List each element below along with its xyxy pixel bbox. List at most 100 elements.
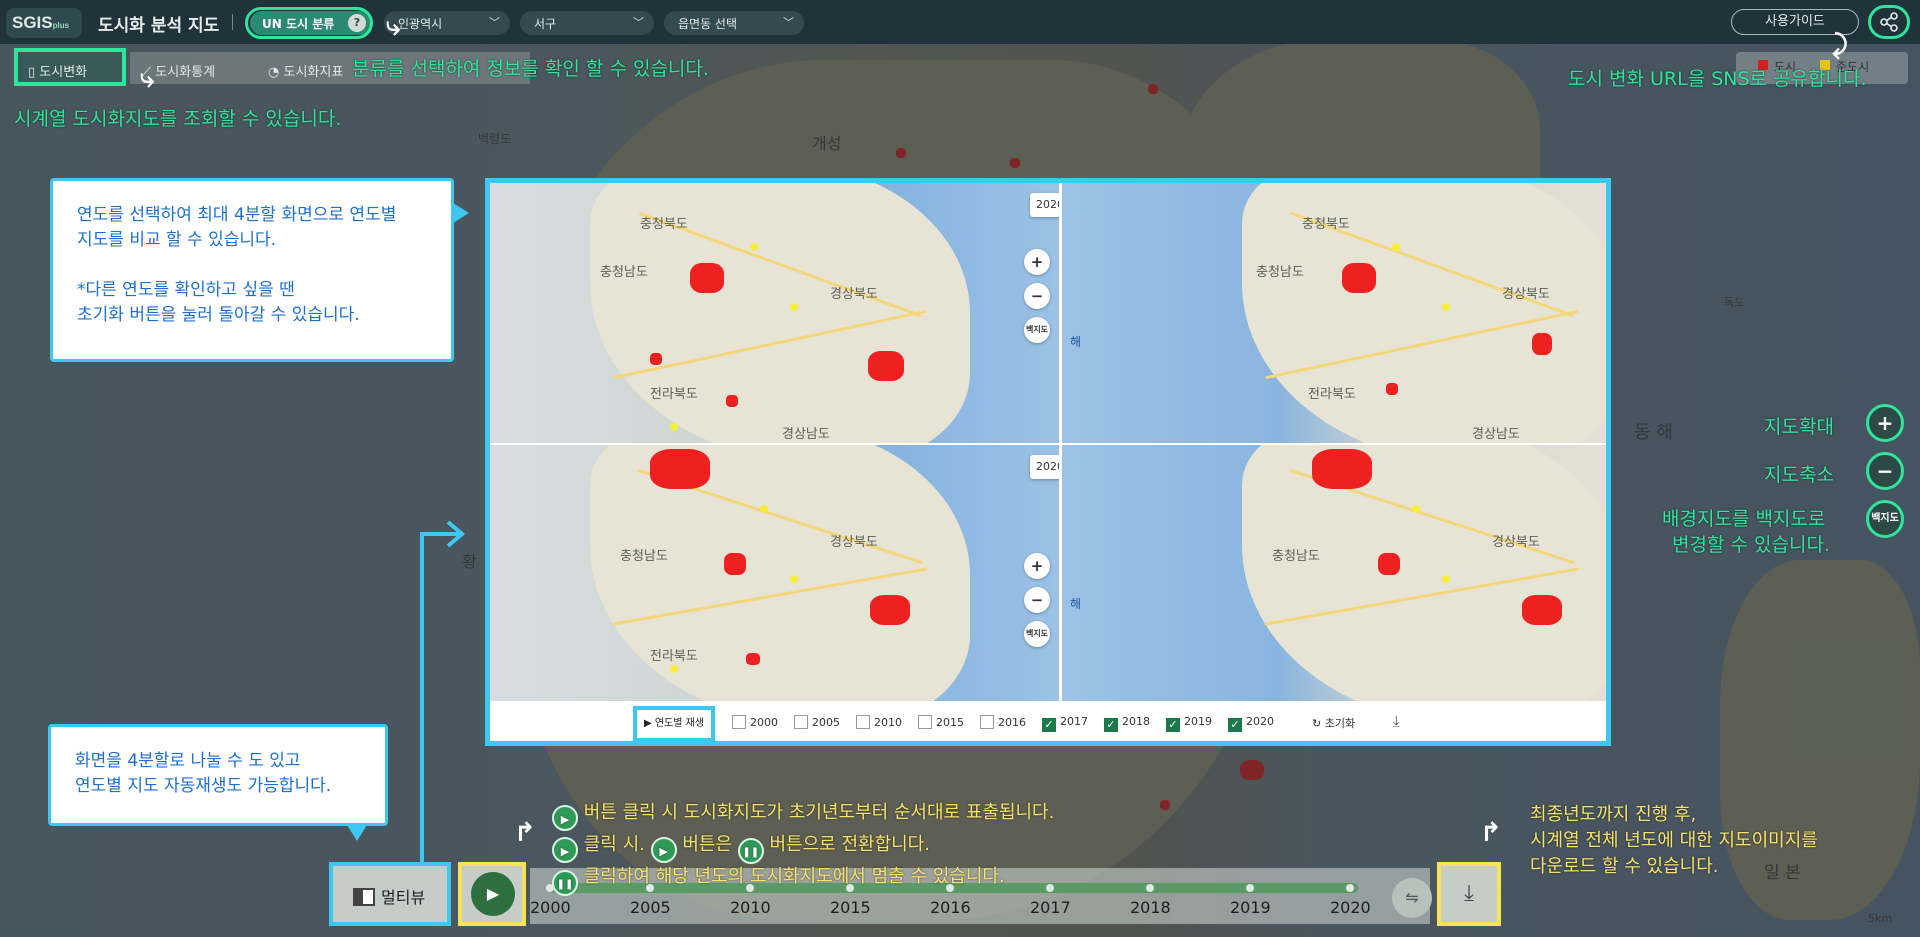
chevron-down-icon: ﹀ [489, 16, 500, 29]
curved-arrow-icon: ⤸ [1832, 30, 1848, 60]
play-icon: ▶ [552, 805, 578, 831]
timeline-year-label[interactable]: 2018 [1130, 898, 1171, 917]
classification-highlight [245, 7, 373, 39]
year-checkbox-2017[interactable]: ✓ 2017 [1042, 715, 1088, 732]
checkbox [918, 715, 932, 729]
zoom-in-button[interactable]: + [1024, 249, 1050, 275]
pie-icon: ◔ [268, 65, 280, 80]
tab-label: 도시화지표 [283, 65, 344, 80]
share-icon [1880, 12, 1898, 32]
checkbox: ✓ [1104, 718, 1118, 732]
play-button[interactable]: ▶ [458, 862, 526, 926]
compare-callout: 연도를 선택하여 최대 4분할 화면으로 연도별 지도를 비교 할 수 있습니다… [50, 178, 469, 362]
region-select-district[interactable]: 서구 ﹀ [520, 11, 654, 35]
download-icon[interactable]: ⤓ [1393, 712, 1400, 730]
timeline-year-label[interactable]: 2005 [630, 898, 671, 917]
zoom-in-button[interactable]: + [1024, 553, 1050, 579]
timeline-tick[interactable] [1046, 884, 1054, 892]
checkbox: ✓ [1166, 718, 1180, 732]
callout-text: 지도를 비교 할 수 있습니다. [77, 230, 277, 250]
callout-text: 화면을 4분할로 나눌 수 도 있고 [75, 751, 301, 771]
year-selection-bar: ▶ 연도별 재생 2000 2005 2010 2015 2016 ✓ 2017 ✓ 2018 ✓… [490, 701, 1606, 741]
connector-arrow [420, 520, 466, 864]
top-bar: SGISplus 도시화 분석 지도 UN 도시 분류 ? 인광역시 ﹀ 서구 ﹀ … [0, 0, 1920, 44]
map-quadrant[interactable]: 충청남도 경상북도 전라북도 2020 + − 백지도 [490, 445, 1065, 705]
checkbox [980, 715, 994, 729]
checkbox: ✓ [1042, 718, 1056, 732]
curved-arrow-icon: ↱ [514, 818, 536, 848]
download-help-line-3: 다운로드 할 수 있습니다. [1530, 856, 1719, 877]
map-quadrant[interactable]: 충청남도 경상북도 해 [1062, 445, 1606, 705]
play-icon: ▶ [643, 718, 652, 729]
blank-map-button[interactable]: 백지도 [1024, 317, 1050, 343]
year-checkbox-2019[interactable]: ✓ 2019 [1166, 715, 1212, 732]
sgis-logo[interactable]: SGISplus [6, 8, 82, 38]
callout-text: 연도별 지도 자동재생도 가능합니다. [75, 776, 332, 796]
split-map-panel[interactable]: 충청북도 충청남도 경상북도 전라북도 경상남도 2020 + − 백지도 충청… [485, 178, 1611, 746]
timeline-year-label[interactable]: 2015 [830, 898, 871, 917]
horizontal-divider [490, 443, 1606, 445]
zoom-out-button[interactable]: − [1024, 587, 1050, 613]
tab-label: 도시화통계 [155, 65, 216, 80]
blank-map-button[interactable]: 백지도 [1024, 621, 1050, 647]
classification-help-text: 분류를 선택하여 정보를 확인 할 수 있습니다. [352, 58, 709, 80]
timeline-year-label[interactable]: 2020 [1330, 898, 1371, 917]
reset-button[interactable]: ↻ 초기화 [1312, 715, 1355, 731]
play-icon: ▶ [552, 837, 578, 863]
timeline-year-label[interactable]: 2000 [530, 898, 571, 917]
share-button[interactable] [1868, 5, 1910, 39]
blank-map-button[interactable]: 백지도 [1866, 500, 1904, 538]
zoom-in-label: 지도확대 [1764, 416, 1834, 438]
download-help-line-1: 최종년도까지 진행 후, [1530, 804, 1697, 825]
zoom-out-button[interactable]: − [1024, 283, 1050, 309]
refresh-icon: ↻ [1312, 717, 1322, 730]
map-quadrant[interactable]: 충청북도 충청남도 경상북도 전라북도 경상남도 해 [1062, 183, 1606, 443]
chevron-down-icon: ﹀ [783, 16, 794, 29]
year-label: 2018 [1122, 715, 1150, 728]
year-checkbox-2016[interactable]: 2016 [980, 715, 1026, 729]
play-help-line-3: ❚❚ 클릭하여 해당 년도의 도시화지도에서 멈출 수 있습니다. [552, 862, 1005, 896]
timeline-year-label[interactable]: 2016 [930, 898, 971, 917]
year-checkbox-2005[interactable]: 2005 [794, 715, 840, 729]
pause-icon: ❚❚ [737, 838, 764, 864]
zoom-in-button[interactable]: + [1866, 404, 1904, 442]
multiview-button[interactable]: 멀티뷰 [329, 862, 451, 926]
zoom-out-button[interactable]: − [1866, 452, 1904, 490]
year-label: 2000 [750, 716, 778, 729]
timeline-year-label[interactable]: 2019 [1230, 898, 1271, 917]
play-by-year-button[interactable]: ▶ 연도별 재생 [633, 706, 715, 741]
year-label: 2016 [998, 716, 1026, 729]
region-select-town[interactable]: 읍면동 선택 ﹀ [664, 11, 804, 35]
curved-arrow-icon: ⤷ [386, 12, 401, 42]
timeline-tick[interactable] [1146, 884, 1154, 892]
share-help-text: 도시 변화 URL을 SNS로 공유합니다. [1568, 68, 1867, 90]
year-checkbox-2010[interactable]: 2010 [856, 715, 902, 729]
year-checkbox-2018[interactable]: ✓ 2018 [1104, 715, 1150, 732]
timeline-year-label[interactable]: 2010 [730, 898, 771, 917]
year-checkbox-2015[interactable]: 2015 [918, 715, 964, 729]
callout-text: 초기화 버튼을 눌러 돌아갈 수 있습니다. [77, 305, 360, 325]
year-checkbox-2020[interactable]: ✓ 2020 [1228, 715, 1274, 732]
region-select-province[interactable]: 인광역시 ﹀ [384, 11, 510, 35]
split-view-icon [353, 888, 375, 906]
blank-map-label: 변경할 수 있습니다. [1672, 534, 1830, 556]
swap-icon[interactable]: ⇋ [1392, 878, 1432, 918]
zoom-out-label: 지도축소 [1764, 464, 1834, 486]
play-help-line-1: ▶ 버튼 클릭 시 도시화지도가 초기년도부터 순서대로 표출됩니다. [552, 798, 1054, 831]
pause-icon: ❚❚ [552, 870, 578, 896]
timeline-tick[interactable] [1346, 884, 1354, 892]
timeline-year-label[interactable]: 2017 [1030, 898, 1071, 917]
download-help-line-2: 시계열 전체 년도에 대한 지도이미지를 [1530, 830, 1818, 851]
checkbox [794, 715, 808, 729]
blank-map-label: 배경지도를 백지도로 [1662, 508, 1826, 530]
checkbox: ✓ [1228, 718, 1242, 732]
checkbox [732, 715, 746, 729]
year-label: 2015 [936, 716, 964, 729]
play-help-line-2: ▶ 클릭 시. ▶ 버튼은 ❚❚ 버튼으로 전환합니다. [552, 830, 930, 864]
year-label: 2019 [1184, 715, 1212, 728]
download-all-button[interactable]: ⤓ [1437, 862, 1501, 926]
map-quadrant[interactable]: 충청북도 충청남도 경상북도 전라북도 경상남도 2020 + − 백지도 [490, 183, 1065, 443]
year-checkbox-2000[interactable]: 2000 [732, 715, 778, 729]
timeline-tick[interactable] [1246, 884, 1254, 892]
app-title: 도시화 분석 지도 [98, 16, 220, 36]
